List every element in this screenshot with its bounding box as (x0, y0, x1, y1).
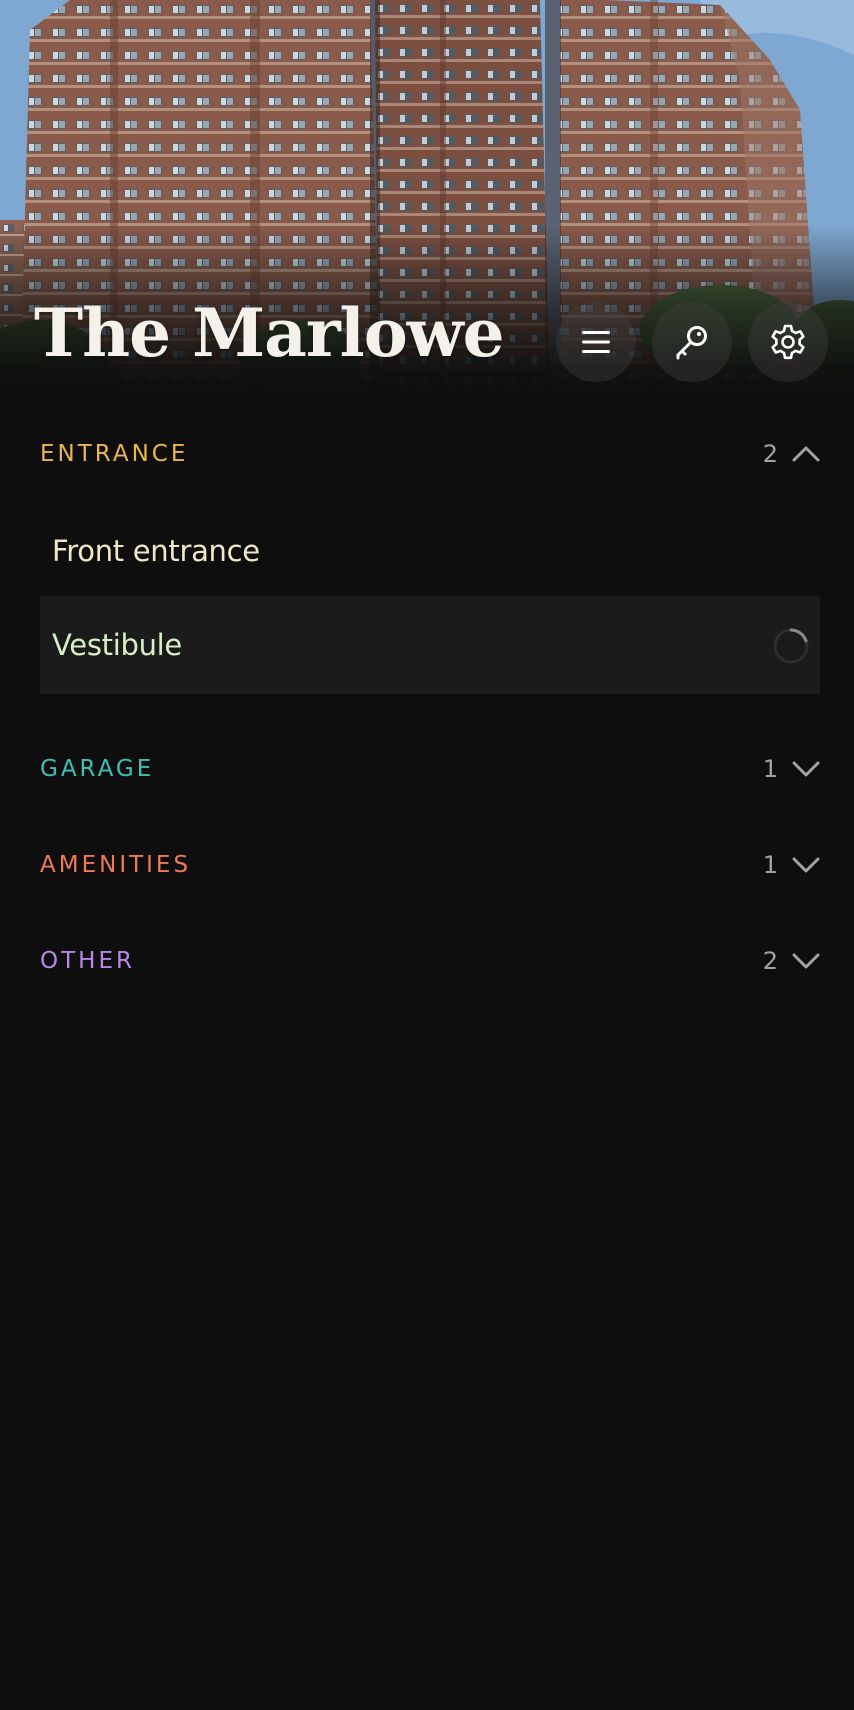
section-header-entrance[interactable]: ENTRANCE 2 (40, 422, 820, 486)
item-label: Front entrance (52, 534, 260, 568)
section-title-entrance: ENTRANCE (40, 441, 189, 467)
item-label: Vestibule (52, 628, 182, 662)
key-icon (676, 326, 707, 360)
chevron-down-icon[interactable] (792, 760, 820, 778)
chevron-up-icon[interactable] (792, 445, 820, 463)
list-item-vestibule[interactable]: Vestibule (40, 596, 820, 694)
section-title-other: OTHER (40, 948, 135, 974)
section-title-amenities: AMENITIES (40, 852, 192, 878)
section-header-amenities[interactable]: AMENITIES 1 (40, 833, 820, 897)
section-count-other: 2 (762, 947, 778, 975)
section-title-garage: GARAGE (40, 756, 155, 782)
gear-icon (771, 324, 805, 360)
key-button[interactable] (652, 302, 732, 382)
page-title: The Marlowe (34, 294, 505, 372)
locations-list: ENTRANCE 2 Front entrance Vestibule GARA… (40, 395, 820, 993)
settings-button[interactable] (748, 302, 828, 382)
menu-button[interactable] (556, 302, 636, 382)
section-count-entrance: 2 (762, 440, 778, 468)
section-header-garage[interactable]: GARAGE 1 (40, 737, 820, 801)
chevron-down-icon[interactable] (792, 952, 820, 970)
section-header-other[interactable]: OTHER 2 (40, 929, 820, 993)
loading-spinner-icon (773, 628, 809, 664)
menu-icon (582, 331, 610, 353)
hero-header: The Marlowe (0, 0, 854, 395)
section-meta-entrance: 2 (763, 440, 820, 468)
section-meta-garage: 1 (763, 755, 820, 783)
list-item-front-entrance[interactable]: Front entrance (40, 506, 820, 596)
section-count-amenities: 1 (762, 851, 778, 879)
section-count-garage: 1 (762, 755, 778, 783)
chevron-down-icon[interactable] (792, 856, 820, 874)
section-meta-amenities: 1 (763, 851, 820, 879)
section-meta-other: 2 (763, 947, 820, 975)
